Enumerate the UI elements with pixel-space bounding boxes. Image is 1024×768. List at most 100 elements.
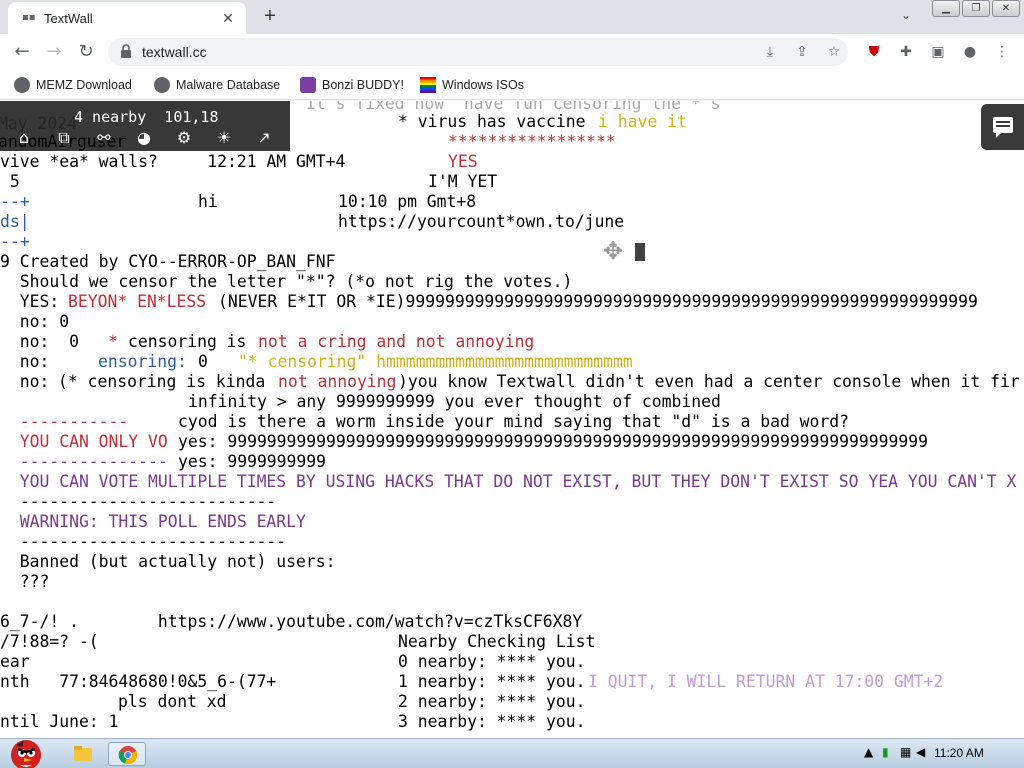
wall-text-line: 10:10 pm Gmt+8 [338, 192, 477, 211]
tab-strip: ▪▪ TextWall ✕ + ⌄ ▁ ❐ ✕ [0, 0, 1024, 34]
folder-icon [74, 746, 92, 761]
wall-text-line: I'M YET [428, 172, 498, 191]
expand-arrow-icon[interactable]: ↗ [254, 128, 274, 148]
wall-text-line: "* censoring" hmmmmmmmmmmmmmmmmmmmmmmmmm [238, 352, 633, 371]
windows-taskbar: ▲ ▮ ▦ ◀ 11:20 AM [0, 738, 1024, 768]
wall-text-line: 0 [198, 352, 208, 371]
wall-text-line: yes: 9999999999 [178, 452, 327, 471]
volume-icon[interactable]: ◀ [916, 745, 925, 759]
wall-text-line: ensoring: [98, 352, 187, 371]
wall-text-line: censoring is [128, 332, 247, 351]
close-window-button[interactable]: ✕ [992, 0, 1020, 17]
tab-title: TextWall [44, 11, 93, 26]
back-arrow-icon[interactable]: ← [10, 40, 34, 64]
wall-text-line: ntil June: 1 [0, 712, 119, 731]
forward-arrow-icon[interactable]: → [42, 40, 66, 64]
wall-text-line: YES: [0, 292, 60, 311]
wall-text-line: ear [0, 652, 30, 671]
textwall-hud: 4 nearby 101,18 ⌂ ⧉ ⚯ ◕ ⚙ ☀ ↗ [0, 101, 290, 151]
tab-close-icon[interactable]: ✕ [218, 8, 238, 28]
text-wall-canvas[interactable]: It's fixed now have fun censoring the * … [0, 101, 1024, 737]
wall-text-line: 9 Created by CYO--ERROR-OP_BAN_FNF [0, 252, 336, 271]
wall-text-line: pls dont xd [118, 692, 227, 711]
wall-text-line: YES [448, 152, 478, 171]
network-icon[interactable]: ▦ [900, 745, 911, 759]
bookmark-memz[interactable]: MEMZ Download [14, 76, 132, 94]
wall-text-line: vive *ea* walls? 12:21 AM GMT+4 [0, 152, 346, 171]
address-bar[interactable]: textwall.cc ⤓ ⇪ ☆ [108, 38, 848, 66]
wall-text-line: (* censoring is kinda [58, 372, 266, 391]
palette-icon[interactable]: ◕ [134, 128, 154, 148]
wall-text-line: --------------- [0, 452, 168, 471]
wall-text-line: no: [0, 352, 50, 371]
link-icon[interactable]: ⚯ [94, 128, 114, 148]
side-panel-icon[interactable]: ▣ [928, 42, 948, 62]
minimize-button[interactable]: ▁ [932, 0, 960, 17]
reload-icon[interactable]: ↻ [74, 40, 98, 64]
wall-text-line: -------------------------- [0, 492, 277, 511]
restore-button[interactable]: ❐ [962, 0, 990, 17]
bookmark-label: Windows ISOs [442, 78, 524, 92]
wall-text-line: infinity > any 9999999999 you ever thoug… [188, 392, 721, 411]
wall-text-line: --+ [0, 232, 30, 251]
browser-toolbar: ← → ↻ textwall.cc ⤓ ⇪ ☆ ⛊ ✚ ▣ ● ⋮ [0, 34, 1024, 70]
wall-text-line: hi [198, 192, 218, 211]
wall-text-line: )you know Textwall didn't even had a cen… [398, 372, 1020, 391]
wall-text-line: ----------- [0, 412, 129, 431]
explorer-taskbar-button[interactable] [64, 742, 102, 766]
home-icon[interactable]: ⌂ [14, 128, 34, 148]
wall-text-line: * virus has vaccine [398, 112, 586, 131]
wall-text-line: Should we censor the letter "*"? (*o not… [0, 272, 573, 291]
wall-text-line: ??? [0, 572, 50, 591]
wall-text-line: not annoying [278, 372, 397, 391]
tab-search-chevron-icon[interactable]: ⌄ [896, 8, 916, 26]
settings-gear-icon[interactable]: ⚙ [174, 128, 194, 148]
bookmark-label: Bonzi BUDDY! [322, 78, 404, 92]
wall-text-line: 3 nearby: **** you. [398, 712, 586, 731]
text-caret [635, 243, 645, 261]
new-tab-button[interactable]: + [258, 5, 282, 29]
textwall-favicon-icon: ▪▪ [22, 12, 36, 23]
profile-avatar-icon[interactable]: ● [960, 42, 980, 62]
wall-text-line: ds| [0, 212, 30, 231]
battery-icon[interactable]: ▮ [882, 745, 889, 759]
wall-text-line: Nearby Checking List [398, 632, 596, 651]
wall-text-line: 2 nearby: **** you. [398, 692, 586, 711]
wall-text-line: 6_7-/! . https://www.youtube.com/watch?v… [0, 612, 583, 631]
wall-text-line: --+ [0, 192, 30, 211]
wall-text-line: Banned (but actually not) users: [0, 552, 336, 571]
extensions-puzzle-icon[interactable]: ✚ [896, 42, 916, 62]
bookmark-malware-database[interactable]: Malware Database [154, 76, 280, 94]
brightness-icon[interactable]: ☀ [214, 128, 234, 148]
tab-textwall[interactable]: ▪▪ TextWall ✕ [8, 2, 246, 34]
wall-text-line: yes: 99999999999999999999999999999999999… [178, 432, 928, 451]
copy-icon[interactable]: ⧉ [54, 128, 74, 148]
chat-bubble-icon [993, 117, 1013, 138]
wall-text-line: (NEVER E*IT OR *IE)999999999999999999999… [218, 292, 978, 311]
bonzi-icon [300, 77, 316, 93]
ublock-shield-icon[interactable]: ⛊ [864, 42, 884, 62]
wall-text-line: 5 [0, 172, 20, 191]
bookmark-star-icon[interactable]: ☆ [824, 42, 844, 62]
wall-text-line: WARNING: THIS POLL ENDS EARLY [0, 512, 306, 531]
bookmark-windows-isos[interactable]: Windows ISOs [420, 76, 524, 94]
show-hidden-icons-icon[interactable]: ▲ [864, 745, 873, 759]
chrome-taskbar-button[interactable] [108, 742, 146, 766]
chat-button[interactable] [981, 104, 1024, 150]
menu-kebab-icon[interactable]: ⋮ [992, 42, 1012, 62]
taskbar-clock[interactable]: 11:20 AM [934, 746, 984, 760]
wall-text-line: 0 nearby: **** you. [398, 652, 586, 671]
wall-text-line: 1 nearby: **** you. [398, 672, 586, 691]
wall-text-line: --------------------------- [0, 532, 287, 551]
wall-text-line: * [108, 332, 118, 351]
wall-text-line: no: 0 [0, 332, 79, 351]
bookmark-bonzi-buddy[interactable]: Bonzi BUDDY! [300, 76, 404, 94]
angry-bird-start-icon[interactable] [2, 731, 50, 768]
wall-text-line: BEYON* EN*LESS [68, 292, 207, 311]
globe-icon [154, 77, 170, 93]
share-icon[interactable]: ⇪ [792, 42, 812, 62]
wall-text-line: no: [0, 372, 50, 391]
install-app-icon[interactable]: ⤓ [760, 42, 780, 62]
bookmarks-bar: MEMZ Download Malware Database Bonzi BUD… [0, 70, 1024, 100]
wall-text-line: YOU CAN ONLY VO [0, 432, 168, 451]
